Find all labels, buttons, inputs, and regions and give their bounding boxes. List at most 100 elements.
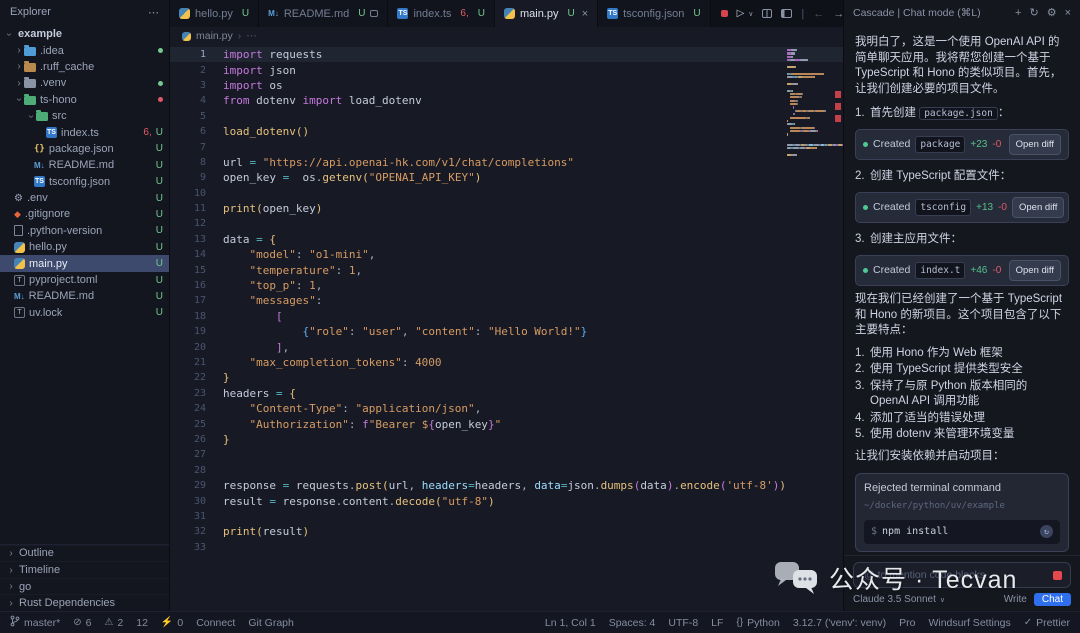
code-line[interactable]: 1import requests <box>170 47 843 62</box>
status-connect[interactable]: Connect <box>196 615 235 630</box>
tree-item-.python-version[interactable]: .python-versionU <box>0 223 169 239</box>
code-line[interactable]: 14 "model": "o1-mini", <box>170 247 843 262</box>
code-line[interactable]: 19 {"role": "user", "content": "Hello Wo… <box>170 324 843 339</box>
run-button[interactable]: ▷ <box>737 8 745 19</box>
tree-item-.ruff-cache[interactable]: ›.ruff_cache <box>0 59 169 75</box>
run-dropdown-caret[interactable]: ∨ <box>748 10 753 18</box>
tab-index.ts[interactable]: TSindex.ts6,U <box>388 0 495 27</box>
rerun-command-button[interactable]: ↻ <box>1040 525 1053 538</box>
code-line[interactable]: 29response = requests.post(url, headers=… <box>170 478 843 493</box>
tree-item-hello.py[interactable]: hello.pyU <box>0 239 169 255</box>
chat-mode-button[interactable]: Chat <box>1034 593 1071 606</box>
status-python[interactable]: {}Python <box>736 617 779 629</box>
open-diff-button[interactable]: Open diff <box>1009 260 1061 282</box>
open-diff-button[interactable]: Open diff <box>1012 197 1064 219</box>
settings-gear-icon[interactable]: ⚙ <box>1047 6 1057 19</box>
split-editor-icon[interactable] <box>762 9 772 18</box>
code-line[interactable]: 21 "max_completion_tokens": 4000 <box>170 355 843 370</box>
tree-item-main.py[interactable]: main.pyU <box>0 255 169 271</box>
code-line[interactable]: 31 <box>170 509 843 524</box>
status-6[interactable]: ⊘6 <box>73 615 91 630</box>
more-actions-icon[interactable]: ⋯ <box>148 6 159 19</box>
section-outline[interactable]: ›Outline <box>0 545 169 562</box>
status-12[interactable]: 12 <box>136 615 148 630</box>
tree-item-ts-hono[interactable]: ›ts-hono <box>0 92 169 108</box>
nav-back-icon[interactable]: ← <box>813 8 824 20</box>
tree-item-.env[interactable]: ⚙.envU <box>0 190 169 206</box>
code-line[interactable]: 11print(open_key) <box>170 201 843 216</box>
code-line[interactable]: 25 "Authorization": f"Bearer ${open_key}… <box>170 416 843 431</box>
tab-main.py[interactable]: main.pyU× <box>495 0 598 27</box>
code-line[interactable]: 2import json <box>170 62 843 77</box>
code-line[interactable]: 27 <box>170 447 843 462</box>
history-icon[interactable]: ↻ <box>1029 6 1038 19</box>
code-line[interactable]: 15 "temperature": 1, <box>170 262 843 277</box>
tree-item-.venv[interactable]: ›.venv <box>0 75 169 91</box>
write-mode-button[interactable]: Write <box>1004 594 1027 605</box>
status-spaces-4[interactable]: Spaces: 4 <box>609 617 656 629</box>
minimap[interactable] <box>787 49 831 160</box>
tree-item-index.ts[interactable]: TSindex.ts6,U <box>0 124 169 140</box>
code-line[interactable]: 5 <box>170 109 843 124</box>
layout-icon[interactable] <box>781 9 792 18</box>
status-pro[interactable]: Pro <box>899 617 915 629</box>
status-ln-1-col-1[interactable]: Ln 1, Col 1 <box>545 617 596 629</box>
code-line[interactable]: 6load_dotenv() <box>170 124 843 139</box>
code-line[interactable]: 12 <box>170 216 843 231</box>
tab-hello.py[interactable]: hello.pyU <box>170 0 259 27</box>
status-windsurf-settings[interactable]: Windsurf Settings <box>928 617 1010 629</box>
tree-item-pyproject.toml[interactable]: Tpyproject.tomlU <box>0 272 169 288</box>
code-line[interactable]: 30result = response.content.decode("utf-… <box>170 493 843 508</box>
status-master-[interactable]: master* <box>10 615 60 630</box>
tree-item-uv.lock[interactable]: Tuv.lockU <box>0 305 169 321</box>
tree-item-package.json[interactable]: {}package.jsonU <box>0 141 169 157</box>
section-rust-dependencies[interactable]: ›Rust Dependencies <box>0 594 169 611</box>
code-line[interactable]: 4from dotenv import load_dotenv <box>170 93 843 108</box>
close-tab-icon[interactable]: × <box>582 8 588 20</box>
code-line[interactable]: 7 <box>170 139 843 154</box>
code-line[interactable]: 8url = "https://api.openai-hk.com/v1/cha… <box>170 155 843 170</box>
stop-icon[interactable] <box>1053 571 1062 580</box>
open-diff-button[interactable]: Open diff <box>1009 134 1061 156</box>
status-git-graph[interactable]: Git Graph <box>248 615 294 630</box>
code-line[interactable]: 13data = { <box>170 232 843 247</box>
code-line[interactable]: 10 <box>170 186 843 201</box>
code-line[interactable]: 23headers = { <box>170 386 843 401</box>
code-line[interactable]: 3import os <box>170 78 843 93</box>
code-line[interactable]: 9open_key = os.getenv("OPENAI_API_KEY") <box>170 170 843 185</box>
new-chat-icon[interactable]: + <box>1015 7 1021 19</box>
tree-item-tsconfig.json[interactable]: TStsconfig.jsonU <box>0 174 169 190</box>
tree-item-example[interactable]: ›example <box>0 26 169 42</box>
tree-item-README.md[interactable]: M↓README.mdU <box>0 288 169 304</box>
code-editor[interactable]: 1import requests2import json3import os4f… <box>170 45 843 611</box>
tree-item-src[interactable]: ›src <box>0 108 169 124</box>
chat-input[interactable] <box>862 568 1047 582</box>
open-preview-icon[interactable] <box>370 10 378 17</box>
status-utf-8[interactable]: UTF-8 <box>668 617 698 629</box>
tab-tsconfig.json[interactable]: TStsconfig.jsonU <box>598 0 710 27</box>
section-timeline[interactable]: ›Timeline <box>0 561 169 578</box>
status-0[interactable]: ⚡0 <box>161 615 183 630</box>
code-line[interactable]: 22} <box>170 370 843 385</box>
code-line[interactable]: 26} <box>170 432 843 447</box>
status-2[interactable]: ⚠2 <box>104 615 123 630</box>
tree-item-.gitignore[interactable]: ◆.gitignoreU <box>0 206 169 222</box>
close-panel-icon[interactable]: × <box>1065 7 1071 19</box>
code-line[interactable]: 24 "Content-Type": "application/json", <box>170 401 843 416</box>
tab-README.md[interactable]: M↓README.mdU <box>259 0 388 27</box>
extension-red-icon[interactable] <box>721 10 728 17</box>
code-line[interactable]: 18 [ <box>170 309 843 324</box>
tree-item-README.md[interactable]: M↓README.mdU <box>0 157 169 173</box>
status-prettier[interactable]: ✓Prettier <box>1024 617 1070 629</box>
code-line[interactable]: 16 "top_p": 1, <box>170 278 843 293</box>
code-line[interactable]: 33 <box>170 540 843 555</box>
status-lf[interactable]: LF <box>711 617 723 629</box>
code-line[interactable]: 17 "messages": <box>170 293 843 308</box>
breadcrumb[interactable]: main.py › ⋯ <box>170 27 843 45</box>
tree-item-.idea[interactable]: ›.idea <box>0 42 169 58</box>
code-line[interactable]: 28 <box>170 463 843 478</box>
model-selector[interactable]: Claude 3.5 Sonnet ∨ <box>853 594 945 605</box>
section-go[interactable]: ›go <box>0 578 169 595</box>
code-line[interactable]: 32print(result) <box>170 524 843 539</box>
code-line[interactable]: 20 ], <box>170 339 843 354</box>
